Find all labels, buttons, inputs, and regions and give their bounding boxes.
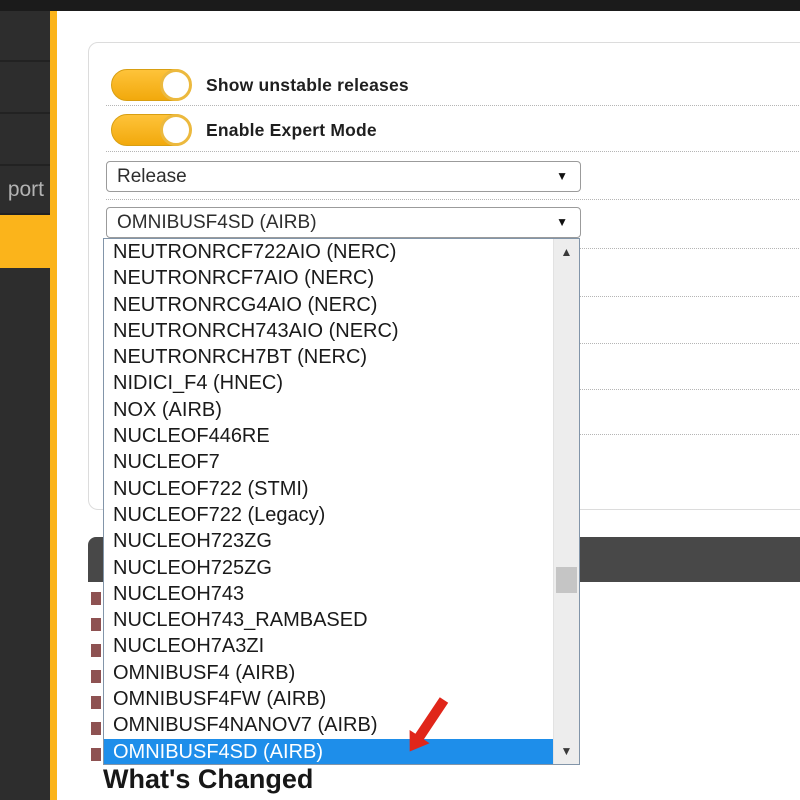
sidebar-accent-stripe — [50, 11, 57, 800]
sidebar-item[interactable] — [0, 62, 50, 114]
show-unstable-releases-toggle[interactable] — [111, 69, 192, 101]
dropdown-option[interactable]: NUCLEOH725ZG — [104, 555, 553, 581]
enable-expert-mode-label: Enable Expert Mode — [206, 119, 377, 140]
sidebar-item[interactable] — [0, 114, 50, 166]
dropdown-option[interactable]: NUCLEOH743_RAMBASED — [104, 607, 553, 633]
chevron-down-icon: ▼ — [556, 215, 568, 229]
firmware-flasher-screen: port What's Changed Show unstable releas… — [0, 0, 800, 800]
listbox-scrollbar[interactable]: ▲ ▼ — [553, 239, 579, 764]
release-type-select[interactable]: Release ▼ — [106, 161, 581, 192]
target-board-select-value: OMNIBUSF4SD (AIRB) — [117, 211, 317, 233]
row-divider — [106, 151, 800, 152]
sidebar-item-selected[interactable] — [0, 215, 57, 268]
dropdown-option[interactable]: OMNIBUSF4 (AIRB) — [104, 660, 553, 686]
dropdown-option-selected[interactable]: OMNIBUSF4SD (AIRB) — [104, 738, 553, 764]
toggle-knob — [160, 114, 192, 146]
sidebar-item-support[interactable]: port — [0, 166, 50, 215]
dropdown-option[interactable]: NUCLEOF7 — [104, 449, 553, 475]
whats-changed-heading: What's Changed — [103, 764, 314, 794]
scroll-up-icon[interactable]: ▲ — [554, 241, 579, 263]
sidebar-item[interactable] — [0, 11, 50, 62]
dropdown-option[interactable]: NUCLEOH7A3ZI — [104, 633, 553, 659]
enable-expert-mode-toggle[interactable] — [111, 114, 192, 146]
row-divider — [106, 199, 800, 200]
sidebar: port — [0, 11, 57, 800]
dropdown-option[interactable]: NUCLEOH743 — [104, 581, 553, 607]
dropdown-option[interactable]: NEUTRONRCF722AIO (NERC) — [104, 239, 553, 265]
target-listbox-options: NEUTRONRCF722AIO (NERC) NEUTRONRCF7AIO (N… — [104, 239, 553, 764]
dropdown-option[interactable]: NUCLEOF446RE — [104, 423, 553, 449]
row-divider — [106, 105, 800, 106]
dropdown-option[interactable]: NUCLEOH723ZG — [104, 528, 553, 554]
target-board-select[interactable]: OMNIBUSF4SD (AIRB) ▼ — [106, 207, 581, 238]
chevron-down-icon: ▼ — [556, 169, 568, 183]
obscured-changelog-fragments — [91, 592, 101, 762]
top-bar — [0, 0, 800, 11]
dropdown-option[interactable]: NIDICI_F4 (HNEC) — [104, 370, 553, 396]
scrollbar-thumb[interactable] — [556, 567, 577, 593]
dropdown-option[interactable]: NEUTRONRCG4AIO (NERC) — [104, 292, 553, 318]
dropdown-option[interactable]: NUCLEOF722 (STMI) — [104, 476, 553, 502]
target-listbox[interactable]: NEUTRONRCF722AIO (NERC) NEUTRONRCF7AIO (N… — [103, 238, 580, 765]
dropdown-option[interactable]: NOX (AIRB) — [104, 397, 553, 423]
show-unstable-releases-label: Show unstable releases — [206, 74, 409, 95]
toggle-knob — [160, 69, 192, 101]
dropdown-option[interactable]: NEUTRONRCH7BT (NERC) — [104, 344, 553, 370]
release-type-select-value: Release — [117, 165, 187, 187]
dropdown-option[interactable]: NEUTRONRCF7AIO (NERC) — [104, 265, 553, 291]
scroll-down-icon[interactable]: ▼ — [554, 740, 579, 762]
dropdown-option[interactable]: NUCLEOF722 (Legacy) — [104, 502, 553, 528]
dropdown-option[interactable]: OMNIBUSF4NANOV7 (AIRB) — [104, 712, 553, 738]
dropdown-option[interactable]: NEUTRONRCH743AIO (NERC) — [104, 318, 553, 344]
dropdown-option[interactable]: OMNIBUSF4FW (AIRB) — [104, 686, 553, 712]
